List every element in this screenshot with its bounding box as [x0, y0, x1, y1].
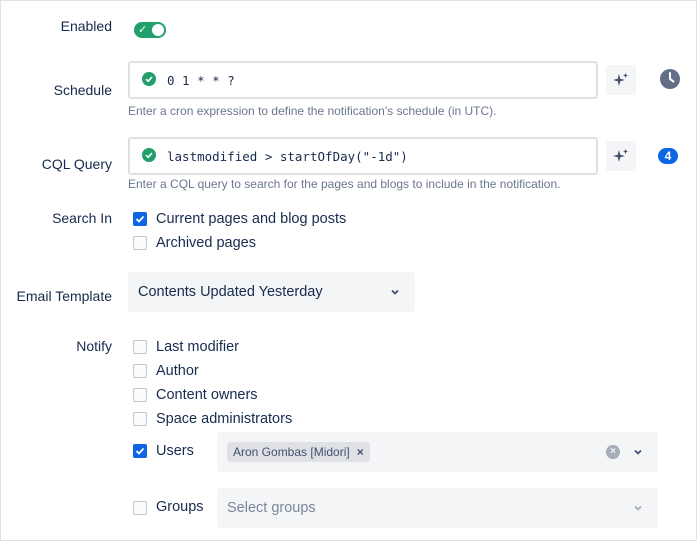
author-label: Author: [156, 363, 199, 379]
schedule-label: Schedule: [53, 82, 112, 98]
email-template-label: Email Template: [16, 288, 112, 304]
clock-icon[interactable]: [660, 69, 680, 89]
last-modifier-checkbox[interactable]: [133, 340, 147, 354]
chevron-down-icon[interactable]: [633, 447, 643, 457]
schedule-input[interactable]: 0 1 * * ?: [128, 61, 598, 99]
email-template-select[interactable]: Contents Updated Yesterday: [128, 272, 415, 312]
sparkle-icon: [613, 73, 628, 86]
groups-checkbox[interactable]: [133, 501, 147, 515]
sparkle-icon: [613, 149, 628, 162]
valid-check-icon: [142, 148, 156, 162]
author-checkbox[interactable]: [133, 364, 147, 378]
groups-label: Groups: [156, 499, 204, 515]
chevron-down-icon[interactable]: [633, 503, 643, 513]
cql-ai-button[interactable]: [606, 141, 636, 171]
users-checkbox[interactable]: [133, 444, 147, 458]
space-admins-label: Space administrators: [156, 411, 293, 427]
groups-placeholder: Select groups: [227, 500, 316, 516]
search-in-label: Search In: [52, 210, 112, 226]
chevron-down-icon: [391, 289, 399, 295]
cql-input[interactable]: lastmodified > startOfDay("-1d"): [128, 137, 598, 175]
notify-label: Notify: [76, 338, 112, 354]
enabled-toggle[interactable]: ✓: [134, 22, 166, 38]
user-tag: Aron Gombas [Midori] ×: [227, 442, 370, 462]
last-modifier-label: Last modifier: [156, 339, 240, 355]
content-owners-label: Content owners: [156, 387, 258, 403]
users-label: Users: [156, 443, 194, 459]
enabled-label: Enabled: [60, 18, 112, 34]
groups-select[interactable]: Select groups: [217, 488, 658, 528]
remove-tag-icon[interactable]: ×: [357, 445, 364, 459]
archived-pages-checkbox[interactable]: [133, 236, 147, 250]
users-select[interactable]: Aron Gombas [Midori] × ×: [217, 432, 658, 472]
clear-icon[interactable]: ×: [606, 445, 620, 459]
schedule-value: 0 1 * * ?: [167, 73, 235, 88]
space-admins-checkbox[interactable]: [133, 412, 147, 426]
check-icon: ✓: [138, 24, 148, 36]
user-tag-label: Aron Gombas [Midori]: [233, 445, 350, 459]
toggle-knob: [152, 24, 164, 36]
cql-value: lastmodified > startOfDay("-1d"): [167, 149, 408, 164]
valid-check-icon: [142, 72, 156, 86]
current-pages-label: Current pages and blog posts: [156, 211, 347, 227]
schedule-ai-button[interactable]: [606, 65, 636, 95]
cql-helper: Enter a CQL query to search for the page…: [128, 177, 561, 191]
result-count-badge[interactable]: 4: [658, 148, 678, 164]
content-owners-checkbox[interactable]: [133, 388, 147, 402]
email-template-value: Contents Updated Yesterday: [138, 284, 323, 300]
archived-pages-label: Archived pages: [156, 235, 256, 251]
cql-label: CQL Query: [41, 156, 112, 172]
schedule-helper: Enter a cron expression to define the no…: [128, 104, 497, 118]
current-pages-checkbox[interactable]: [133, 212, 147, 226]
